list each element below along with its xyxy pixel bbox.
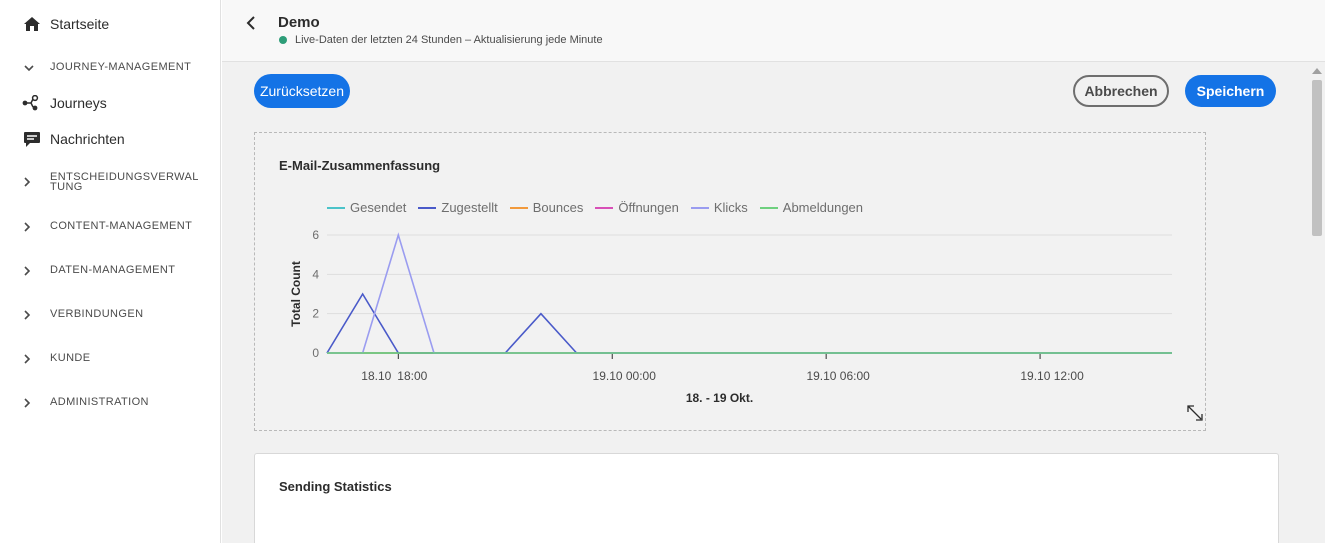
chevron-right-icon: [24, 397, 34, 409]
x-tick-label: 18:00: [397, 369, 427, 383]
x-tick-label: 19.10 06:00: [806, 369, 870, 383]
home-icon: [22, 14, 42, 34]
nav-section-label: ENTSCHEIDUNGSVERWALTUNG: [50, 171, 199, 193]
reset-button[interactable]: Zurücksetzen: [254, 74, 350, 108]
nav-messages[interactable]: Nachrichten: [22, 129, 125, 149]
legend-label: Klicks: [713, 200, 748, 215]
legend-swatch: [418, 206, 437, 209]
legend-item[interactable]: Öffnungen: [595, 200, 679, 215]
chevron-right-icon: [24, 265, 34, 277]
nav-section-label: ADMINISTRATION: [50, 396, 149, 408]
card-title: E-Mail-Zusammenfassung: [279, 158, 441, 173]
sending-statistics-card[interactable]: Sending Statistics: [254, 453, 1279, 543]
legend-item[interactable]: Abmeldungen: [759, 200, 864, 215]
legend-item[interactable]: Klicks: [690, 200, 748, 215]
legend-item[interactable]: Zugestellt: [418, 200, 498, 215]
x-tick-label: 19.10 00:00: [593, 369, 657, 383]
resize-handle-icon[interactable]: [1185, 403, 1205, 428]
series-line-zugestellt: [326, 292, 1172, 354]
live-status-text: Live-Daten der letzten 24 Stunden – Aktu…: [295, 34, 603, 46]
nav-home[interactable]: Startseite: [22, 14, 109, 34]
card-title: Sending Statistics: [279, 479, 392, 494]
y-tick-label: 4: [312, 267, 319, 281]
nav-section-decision-management[interactable]: ENTSCHEIDUNGSVERWALTUNG: [24, 171, 202, 193]
line-chart: 0 2 4 6 Total Count 18:00 19.10 00:00 19.10 06:…: [289, 228, 1172, 405]
message-icon: [22, 129, 42, 149]
chevron-right-icon: [24, 221, 34, 233]
sidebar: Startseite JOURNEY-MANAGEMENT Journeys N…: [0, 0, 221, 543]
y-axis-label: Total Count: [289, 261, 303, 327]
page-header: Demo Live-Daten der letzten 24 Stunden –…: [222, 0, 1325, 62]
y-tick-label: 6: [312, 228, 319, 242]
cancel-button[interactable]: Abbrechen: [1073, 75, 1169, 107]
y-tick-label: 0: [312, 346, 319, 360]
nav-section-connections[interactable]: VERBINDUNGEN: [24, 309, 200, 321]
live-status-dot: [279, 36, 287, 44]
x-axis-label: 18. - 19 Okt.: [686, 391, 753, 405]
chevron-down-icon: [24, 62, 34, 74]
legend-item[interactable]: Gesendet: [327, 200, 406, 215]
email-summary-card[interactable]: E-Mail-Zusammenfassung Gesendet Zugestell…: [254, 132, 1206, 431]
page-title: Demo: [278, 14, 320, 31]
nav-section-label: KUNDE: [50, 352, 91, 364]
scrollbar-thumb[interactable]: [1312, 80, 1322, 236]
nav-section-journey-management[interactable]: JOURNEY-MANAGEMENT: [24, 62, 200, 74]
chart-legend: Gesendet Zugestellt Bounces Öffnungen Klicks…: [327, 200, 863, 215]
nav-section-data-management[interactable]: DATEN-MANAGEMENT: [24, 265, 200, 277]
nav-section-label: JOURNEY-MANAGEMENT: [50, 61, 192, 73]
nav-section-customer[interactable]: KUNDE: [24, 353, 200, 365]
scroll-up-icon[interactable]: [1312, 68, 1322, 74]
y-tick-label: 2: [312, 307, 319, 321]
live-status: Live-Daten der letzten 24 Stunden – Aktu…: [279, 34, 603, 46]
legend-label: Zugestellt: [441, 200, 498, 215]
legend-label: Bounces: [532, 200, 584, 215]
legend-item[interactable]: Bounces: [509, 200, 584, 215]
legend-swatch: [509, 206, 528, 209]
chevron-right-icon: [24, 309, 34, 321]
legend-swatch: [595, 206, 614, 209]
nav-section-label: DATEN-MANAGEMENT: [50, 264, 176, 276]
save-button[interactable]: Speichern: [1185, 75, 1276, 107]
nav-section-content-management[interactable]: CONTENT-MANAGEMENT: [24, 221, 200, 233]
chevron-right-icon: [24, 353, 34, 365]
legend-swatch: [759, 206, 778, 209]
series-line-klicks: [327, 232, 1172, 354]
x-tick-label: 19.10 12:00: [1020, 369, 1084, 383]
nav-messages-label: Nachrichten: [50, 131, 125, 147]
chevron-right-icon: [24, 176, 34, 188]
journey-icon: [22, 93, 42, 113]
nav-journeys-label: Journeys: [50, 95, 107, 111]
vertical-scrollbar[interactable]: [1306, 62, 1325, 543]
legend-swatch: [327, 206, 345, 209]
x-date-label: 18.10: [361, 369, 391, 383]
legend-label: Abmeldungen: [782, 200, 864, 215]
nav-journeys[interactable]: Journeys: [22, 93, 107, 113]
nav-section-label: CONTENT-MANAGEMENT: [50, 220, 193, 232]
nav-home-label: Startseite: [50, 16, 110, 32]
nav-section-label: VERBINDUNGEN: [50, 308, 144, 320]
main-content: Demo Live-Daten der letzten 24 Stunden –…: [222, 0, 1325, 543]
back-arrow-icon[interactable]: [242, 14, 260, 32]
legend-swatch: [690, 206, 709, 209]
legend-label: Öffnungen: [618, 200, 679, 215]
nav-section-administration[interactable]: ADMINISTRATION: [24, 397, 200, 409]
legend-label: Gesendet: [350, 200, 407, 215]
